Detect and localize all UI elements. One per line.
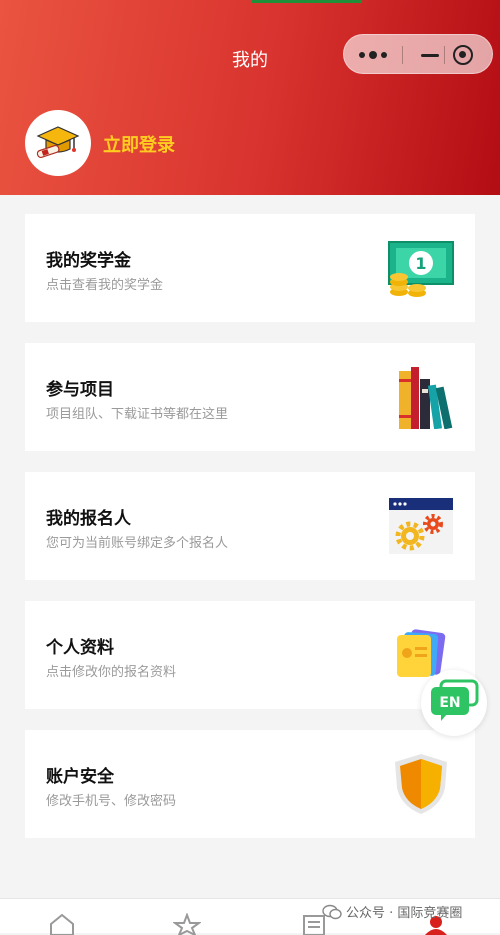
menu-card-projects[interactable]: 参与项目 项目组队、下载证书等都在这里 (25, 343, 475, 451)
settings-window-icon (389, 498, 453, 554)
menu-card-registrants[interactable]: 我的报名人 您可为当前账号绑定多个报名人 (25, 472, 475, 580)
avatar[interactable] (25, 110, 91, 176)
login-link[interactable]: 立即登录 (103, 131, 175, 157)
shield-icon (395, 754, 447, 814)
chat-bubble-icon: EN (431, 679, 479, 721)
card-title: 参与项目 (46, 380, 114, 400)
money-coins-icon: 1 (388, 241, 454, 297)
watermark-text: 公众号 · 国际竞赛圈 (346, 906, 463, 921)
card-title: 个人资料 (46, 638, 114, 658)
card-title: 我的报名人 (46, 509, 131, 529)
profile-header: 我的 立即登录 (0, 0, 500, 195)
card-subtitle: 项目组队、下载证书等都在这里 (46, 407, 229, 422)
capsule-divider (444, 46, 445, 64)
menu-card-profile[interactable]: 个人资料 点击修改你的报名资料 (25, 601, 475, 709)
status-indicator (252, 0, 362, 3)
wechat-icon (322, 904, 342, 919)
card-subtitle: 点击查看我的奖学金 (46, 278, 164, 293)
card-title: 账户安全 (46, 767, 114, 787)
watermark: 公众号 · 国际竞赛圈 (322, 902, 462, 921)
graduation-cap-icon (36, 126, 80, 159)
mini-program-capsule (343, 34, 493, 74)
target-close-icon[interactable] (453, 45, 473, 65)
language-switch-button[interactable]: EN (421, 670, 487, 736)
menu-card-security[interactable]: 账户安全 修改手机号、修改密码 (25, 730, 475, 838)
books-icon (399, 367, 453, 429)
capsule-divider (402, 46, 403, 64)
card-subtitle: 您可为当前账号绑定多个报名人 (46, 536, 229, 551)
card-title: 我的奖学金 (46, 251, 131, 271)
card-subtitle: 修改手机号、修改密码 (46, 794, 177, 809)
svg-text:1: 1 (415, 254, 426, 273)
menu-card-scholarship[interactable]: 我的奖学金 点击查看我的奖学金 1 (25, 214, 475, 322)
more-dots-icon[interactable] (344, 35, 402, 75)
card-subtitle: 点击修改你的报名资料 (46, 665, 177, 680)
language-label: EN (439, 695, 460, 711)
